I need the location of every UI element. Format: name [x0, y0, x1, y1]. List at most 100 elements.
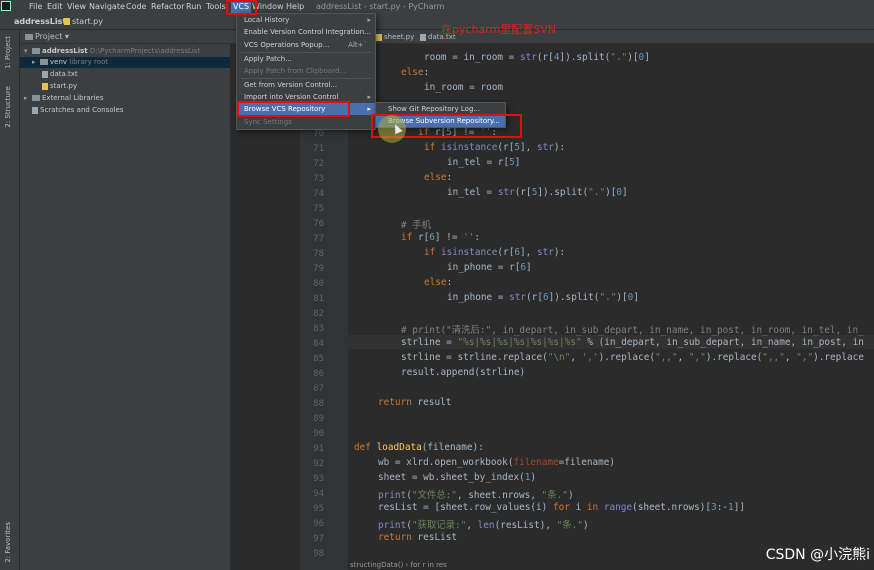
line-number: 78	[313, 249, 324, 259]
project-panel: Project ▾ ▾ addressList D:\PycharmProject…	[20, 30, 230, 570]
line-number: 75	[313, 204, 324, 214]
menu-help[interactable]: Help	[286, 0, 304, 13]
menu-item-apply-patch-clipboard: Apply Patch from Clipboard...	[237, 65, 375, 77]
venv-note: library root	[69, 58, 109, 66]
project-panel-title[interactable]: Project ▾	[25, 30, 69, 44]
tree-item-data-txt[interactable]: data.txt	[42, 69, 78, 80]
item-label: Local History	[244, 16, 290, 24]
menu-file[interactable]: File	[29, 0, 42, 13]
item-label: VCS Operations Popup...	[244, 41, 330, 49]
code-line: strline = strline.replace("\n", ',').rep…	[401, 352, 864, 363]
tree-item-venv[interactable]: ▸ venv library root	[20, 57, 230, 68]
code-line: sheet = wb.sheet_by_index(1)	[378, 472, 537, 483]
tree-item-scratches[interactable]: Scratches and Consoles	[32, 105, 124, 116]
line-number: 86	[313, 369, 324, 379]
code-line: in_tel = r[5]	[447, 157, 521, 168]
code-line: room = in_room = str(r[4]).split(".")[0]	[424, 52, 650, 63]
code-line: result.append(strline)	[401, 367, 526, 378]
tab-sheet-py[interactable]: sheet.py	[372, 30, 418, 44]
line-number: 90	[313, 429, 324, 439]
line-number: 88	[313, 399, 324, 409]
breadcrumb-loop[interactable]: for r in res	[411, 561, 447, 569]
menu-tools[interactable]: Tools	[206, 0, 226, 13]
code-line: strline = "%s|%s|%s|%s|%s|%s|%s" % (in_d…	[401, 337, 864, 348]
tree-item-external-libraries[interactable]: ▸ External Libraries	[24, 93, 104, 104]
navigation-bar: addressList › start.py	[0, 13, 874, 30]
browse-vcs-highlight-box	[237, 101, 350, 117]
venv-label: venv	[50, 58, 68, 66]
line-number: 73	[313, 174, 324, 184]
python-file-icon	[376, 33, 382, 41]
menu-navigate[interactable]: Navigate	[89, 0, 125, 13]
code-line: if isinstance(r[6], str):	[424, 247, 566, 258]
item-label: Enable Version Control Integration...	[244, 28, 371, 36]
nav-file[interactable]: start.py	[64, 13, 103, 30]
code-line: else:	[401, 67, 430, 78]
line-number: 83	[313, 324, 324, 334]
code-line: # 手机	[401, 220, 432, 231]
editor-breadcrumb[interactable]: structingData() › for r in res	[350, 561, 447, 569]
project-panel-title-label: Project	[35, 32, 63, 41]
line-number: 81	[313, 294, 324, 304]
line-number: 74	[313, 189, 324, 199]
menu-item-apply-patch[interactable]: Apply Patch...	[237, 53, 375, 65]
python-file-icon	[64, 18, 70, 25]
nav-separator: ›	[56, 17, 60, 26]
vcs-highlight-box	[226, 0, 257, 15]
menu-item-get-from-vc[interactable]: Get from Version Control...	[237, 79, 375, 91]
text-file-icon	[420, 33, 426, 41]
submenu-arrow-icon: ▸	[367, 93, 371, 101]
item-label: Apply Patch from Clipboard...	[244, 67, 347, 75]
code-line: in_tel = str(r[5]).split(".")[0]	[447, 187, 628, 198]
library-icon	[32, 95, 40, 101]
line-number: 89	[313, 414, 324, 424]
menu-item-vcs-operations[interactable]: VCS Operations Popup... Alt+`	[237, 39, 375, 51]
favorites-tool-tab[interactable]: 2: Favorites	[4, 522, 12, 563]
menu-code[interactable]: Code	[126, 0, 146, 13]
line-number: 72	[313, 159, 324, 169]
expand-arrow-icon: ▾	[24, 47, 28, 55]
project-tool-tab[interactable]: 1: Project	[4, 36, 12, 69]
tree-item-start-py[interactable]: start.py	[42, 81, 77, 92]
code-line: in_phone = r[6]	[447, 262, 532, 273]
file-label: data.txt	[50, 70, 78, 78]
breadcrumb-function[interactable]: structingData()	[350, 561, 403, 569]
window-title: addressList - start.py - PyCharm	[316, 2, 445, 11]
line-number: 91	[313, 444, 324, 454]
text-file-icon	[42, 70, 48, 78]
menu-view[interactable]: View	[67, 0, 86, 13]
line-number: 87	[313, 384, 324, 394]
code-line: else:	[424, 277, 453, 288]
line-number: 95	[313, 504, 324, 514]
line-number: 94	[313, 489, 324, 499]
external-label: External Libraries	[42, 94, 104, 102]
line-number: 79	[313, 264, 324, 274]
line-number: 97	[313, 534, 324, 544]
tree-root[interactable]: ▾ addressList D:\PycharmProjects\addressL…	[24, 46, 200, 57]
code-line: else:	[424, 172, 453, 183]
project-panel-header: Project ▾	[20, 30, 230, 44]
python-file-icon	[42, 82, 48, 90]
menu-item-sync-settings: Sync Settings	[237, 116, 375, 128]
nav-file-label: start.py	[72, 17, 103, 26]
menu-item-local-history[interactable]: Local History ▸	[237, 14, 375, 26]
code-line: return resList	[378, 532, 458, 543]
menu-item-enable-vcs[interactable]: Enable Version Control Integration...	[237, 26, 375, 38]
structure-tool-tab[interactable]: 2: Structure	[4, 86, 12, 128]
root-name: addressList	[42, 47, 88, 55]
menu-edit[interactable]: Edit	[47, 0, 63, 13]
submenu-arrow-icon: ▸	[367, 16, 371, 24]
scratches-icon	[32, 106, 38, 114]
code-line: wb = xlrd.open_workbook(filename=filenam…	[378, 457, 616, 468]
root-path: D:\PycharmProjects\addressList	[89, 47, 201, 55]
shortcut-label: Alt+`	[348, 41, 367, 49]
menu-refactor[interactable]: Refactor	[151, 0, 185, 13]
line-number: 98	[313, 549, 324, 559]
code-line: resList = [sheet.row_values(i) for i in …	[378, 502, 745, 513]
menu-bar: File Edit View Navigate Code Refactor Ru…	[0, 0, 874, 13]
annotation-text: 在pycharm里配置SVN	[441, 23, 557, 36]
menu-run[interactable]: Run	[186, 0, 201, 13]
file-label: start.py	[50, 82, 78, 90]
line-number: 77	[313, 234, 324, 244]
line-number: 96	[313, 519, 324, 529]
